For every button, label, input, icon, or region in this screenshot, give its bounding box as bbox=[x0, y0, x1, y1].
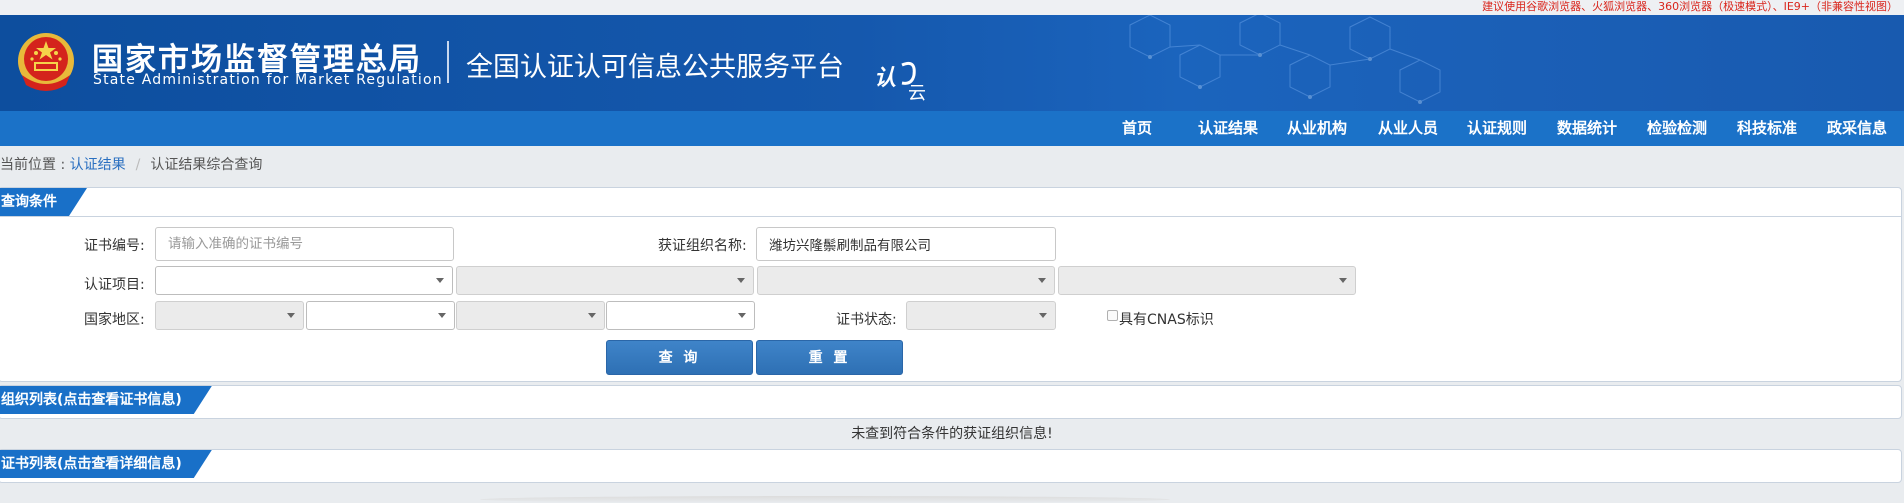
chevron-down-icon bbox=[438, 313, 446, 318]
cert-list-header: 证书列表(点击查看详细信息) bbox=[0, 450, 1901, 478]
chevron-down-icon bbox=[588, 313, 596, 318]
nav-cert-rules[interactable]: 认证规则 bbox=[1467, 111, 1527, 146]
org-name-en: State Administration for Market Regulati… bbox=[93, 72, 443, 88]
breadcrumb-separator: / bbox=[135, 157, 141, 173]
platform-title: 全国认证认可信息公共服务平台 bbox=[466, 52, 844, 83]
region-select-4[interactable] bbox=[606, 301, 755, 330]
query-panel-title: 查询条件 bbox=[0, 188, 87, 216]
cert-no-label: 证书编号: bbox=[84, 238, 145, 254]
svg-text:认: 认 bbox=[874, 66, 896, 91]
project-select-1[interactable] bbox=[155, 266, 453, 295]
site-header: 国家市场监督管理总局 State Administration for Mark… bbox=[0, 15, 1904, 111]
chevron-down-icon bbox=[1038, 278, 1046, 283]
project-select-3[interactable] bbox=[757, 266, 1055, 295]
breadcrumb-prefix: 当前位置 : bbox=[0, 157, 70, 173]
chevron-down-icon bbox=[1339, 278, 1347, 283]
status-select[interactable] bbox=[906, 301, 1056, 330]
chevron-down-icon bbox=[1039, 313, 1047, 318]
svg-text:云: 云 bbox=[908, 83, 926, 103]
chevron-down-icon bbox=[287, 313, 295, 318]
org-name-input[interactable] bbox=[756, 227, 1056, 261]
status-label: 证书状态: bbox=[836, 312, 897, 328]
cnas-checkbox[interactable] bbox=[1107, 310, 1118, 321]
org-name-label: 获证组织名称: bbox=[658, 238, 747, 254]
nav-home[interactable]: 首页 bbox=[1122, 111, 1152, 146]
org-list-header: 组织列表(点击查看证书信息) bbox=[0, 386, 1901, 414]
region-select-2[interactable] bbox=[306, 301, 455, 330]
cert-list-panel: 证书列表(点击查看详细信息) bbox=[0, 449, 1902, 483]
breadcrumb-link[interactable]: 认证结果 bbox=[70, 157, 126, 173]
reset-button[interactable]: 重 置 bbox=[756, 340, 903, 375]
main-nav: 首页 认证结果 从业机构 从业人员 认证规则 数据统计 检验检测 科技标准 政采… bbox=[0, 111, 1904, 146]
chevron-down-icon bbox=[737, 278, 745, 283]
bottom-shadow bbox=[480, 496, 1170, 503]
cert-list-title[interactable]: 证书列表(点击查看详细信息) bbox=[0, 450, 212, 478]
region-label: 国家地区: bbox=[84, 312, 145, 328]
cert-no-input[interactable] bbox=[155, 227, 454, 261]
breadcrumb: 当前位置 : 认证结果 / 认证结果综合查询 bbox=[0, 154, 262, 174]
nav-inspection[interactable]: 检验检测 bbox=[1647, 111, 1707, 146]
national-emblem-icon bbox=[18, 33, 74, 91]
breadcrumb-current: 认证结果综合查询 bbox=[150, 157, 263, 173]
hexagon-pattern-icon bbox=[1129, 15, 1441, 104]
nav-statistics[interactable]: 数据统计 bbox=[1557, 111, 1617, 146]
cloud-logo-icon: 认 云 bbox=[874, 61, 926, 103]
query-button[interactable]: 查 询 bbox=[606, 340, 753, 375]
nav-institutions[interactable]: 从业机构 bbox=[1287, 111, 1347, 146]
top-bar: 建议使用谷歌浏览器、火狐浏览器、360浏览器（极速模式）、IE9+（非兼容性视图… bbox=[0, 0, 1904, 15]
nav-tech-standards[interactable]: 科技标准 bbox=[1737, 111, 1797, 146]
org-list-empty-message: 未查到符合条件的获证组织信息! bbox=[851, 426, 1053, 442]
region-select-1[interactable] bbox=[155, 301, 304, 330]
org-list-title[interactable]: 组织列表(点击查看证书信息) bbox=[0, 386, 212, 414]
nav-cert-results[interactable]: 认证结果 bbox=[1198, 111, 1258, 146]
org-list-panel: 组织列表(点击查看证书信息) bbox=[0, 385, 1902, 419]
chevron-down-icon bbox=[738, 313, 746, 318]
project-select-4[interactable] bbox=[1058, 266, 1356, 295]
project-select-2[interactable] bbox=[456, 266, 754, 295]
header-divider bbox=[447, 41, 449, 83]
query-panel-header: 查询条件 bbox=[0, 188, 1901, 217]
nav-procurement[interactable]: 政采信息 bbox=[1827, 111, 1887, 146]
browser-tip: 建议使用谷歌浏览器、火狐浏览器、360浏览器（极速模式）、IE9+（非兼容性视图… bbox=[1482, 0, 1898, 13]
chevron-down-icon bbox=[436, 278, 444, 283]
nav-personnel[interactable]: 从业人员 bbox=[1378, 111, 1438, 146]
project-label: 认证项目: bbox=[84, 277, 145, 293]
region-select-3[interactable] bbox=[456, 301, 605, 330]
cnas-label: 具有CNAS标识 bbox=[1119, 312, 1214, 328]
